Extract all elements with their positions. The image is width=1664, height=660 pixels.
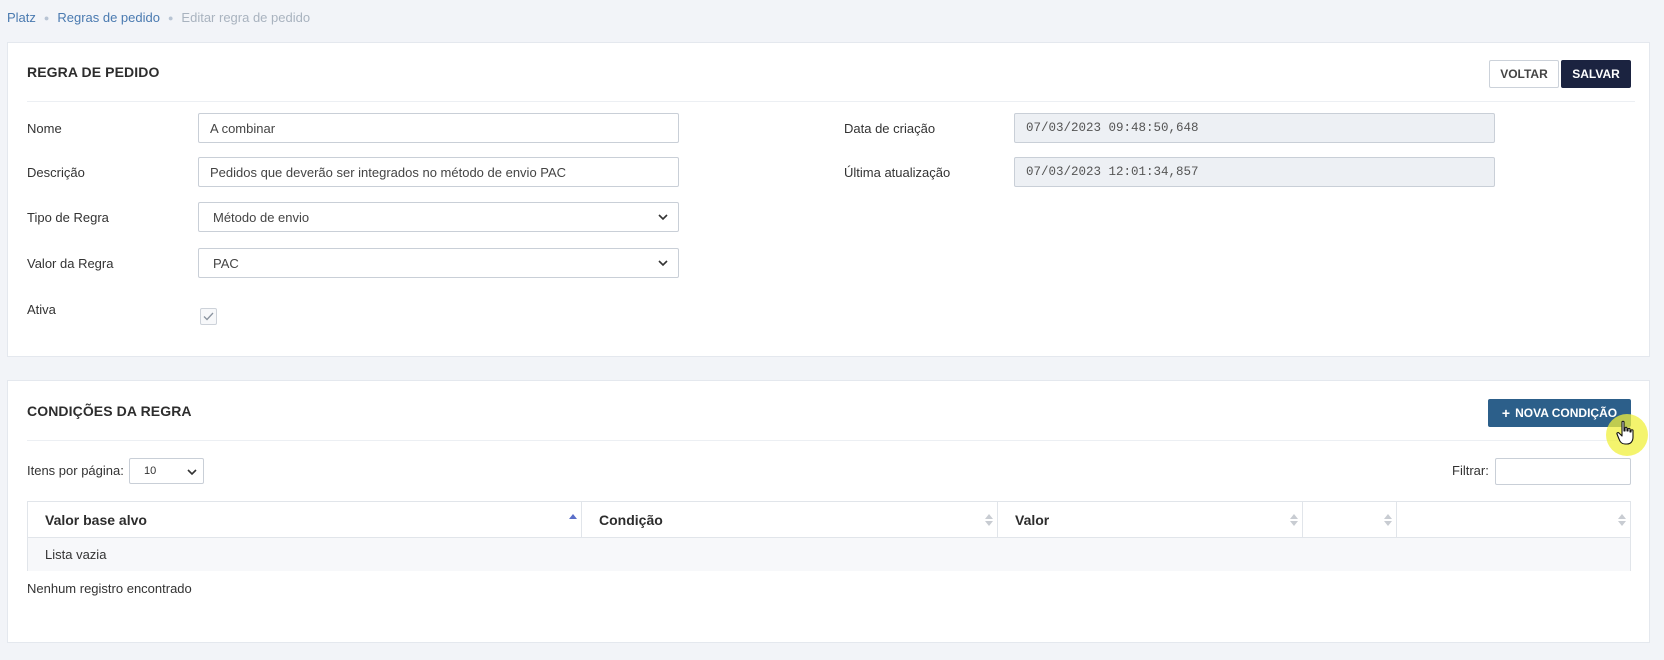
empty-records-message: Nenhum registro encontrado [27, 581, 192, 596]
column-label: Valor base alvo [45, 512, 147, 528]
breadcrumb-link-platz[interactable]: Platz [7, 10, 36, 25]
back-button[interactable]: VOLTAR [1489, 60, 1559, 88]
rule-type-label: Tipo de Regra [27, 210, 109, 225]
items-per-page-label: Itens por página: [27, 463, 124, 478]
conditions-panel-title: CONDIÇÕES DA REGRA [27, 403, 192, 419]
sort-icon [985, 514, 993, 526]
sort-icon [1384, 514, 1392, 526]
column-header-blank-2[interactable] [1397, 502, 1630, 538]
items-per-page-value: 10 [144, 465, 157, 477]
active-checkbox[interactable] [200, 308, 217, 325]
breadcrumb-current: Editar regra de pedido [181, 10, 311, 25]
updated-field: 07/03/2023 12:01:34,857 [1014, 157, 1495, 187]
active-label: Ativa [27, 302, 56, 317]
breadcrumb-separator: ● [43, 12, 50, 23]
rule-value-label: Valor da Regra [27, 256, 114, 271]
filter-input[interactable] [1495, 458, 1631, 485]
column-header-value[interactable]: Valor [998, 502, 1303, 538]
rule-type-value: Método de envio [213, 209, 310, 225]
created-label: Data de criação [844, 121, 936, 136]
items-per-page-select[interactable]: 10 [129, 458, 204, 484]
updated-label: Última atualização [844, 165, 951, 180]
table-row-empty: Lista vazia [28, 538, 1630, 571]
filter-label: Filtrar: [1452, 463, 1489, 478]
chevron-down-icon [187, 469, 197, 476]
conditions-panel: CONDIÇÕES DA REGRA + NOVA CONDIÇÃO Itens… [7, 380, 1650, 643]
rule-value-value: PAC [213, 255, 239, 271]
name-label: Nome [27, 121, 62, 136]
name-input[interactable]: A combinar [198, 113, 679, 143]
rule-panel-title: REGRA DE PEDIDO [27, 64, 160, 80]
check-icon [203, 312, 214, 321]
save-button[interactable]: SALVAR [1561, 60, 1631, 88]
column-header-target-base[interactable]: Valor base alvo [28, 502, 582, 538]
rule-panel: REGRA DE PEDIDO VOLTAR SALVAR Nome A com… [7, 42, 1650, 357]
breadcrumb-link-regras[interactable]: Regras de pedido [57, 10, 160, 25]
plus-icon: + [1501, 405, 1511, 421]
divider [27, 101, 1635, 102]
rule-type-select[interactable]: Método de envio [198, 202, 679, 232]
breadcrumb-separator: ● [167, 12, 174, 23]
column-label: Valor [1015, 512, 1050, 528]
chevron-down-icon [658, 260, 668, 267]
column-header-blank-1[interactable] [1303, 502, 1397, 538]
breadcrumb: Platz ● Regras de pedido ● Editar regra … [7, 10, 310, 25]
table-header: Valor base alvo Condição Valor [28, 502, 1630, 538]
sort-icon [1618, 514, 1626, 526]
divider [27, 440, 1635, 441]
column-label: Condição [599, 512, 663, 528]
conditions-table: Valor base alvo Condição Valor Lista vaz… [27, 501, 1631, 571]
rule-value-select[interactable]: PAC [198, 248, 679, 278]
created-field: 07/03/2023 09:48:50,648 [1014, 113, 1495, 143]
column-header-condition[interactable]: Condição [582, 502, 998, 538]
hand-pointer-icon [1616, 420, 1634, 445]
description-input[interactable]: Pedidos que deverão ser integrados no mé… [198, 157, 679, 187]
new-condition-label: NOVA CONDIÇÃO [1515, 406, 1618, 420]
sort-asc-icon [569, 514, 577, 519]
description-label: Descrição [27, 165, 85, 180]
chevron-down-icon [658, 214, 668, 221]
sort-icon [1290, 514, 1298, 526]
